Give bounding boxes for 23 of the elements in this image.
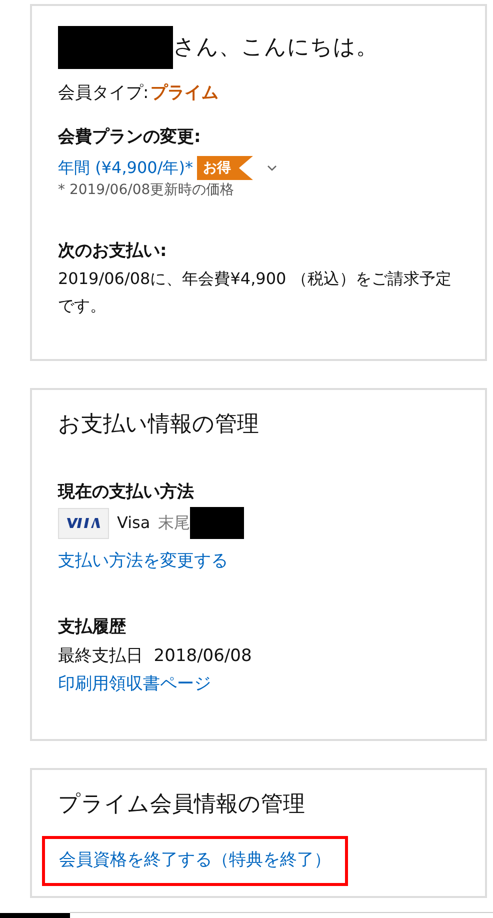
member-type-label: 会員タイプ: <box>58 82 149 105</box>
plan-link[interactable]: 年間 (¥4,900/年)* <box>58 156 193 180</box>
section-title: お支払い情報の管理 <box>58 410 259 438</box>
visa-card-icon <box>58 508 109 538</box>
receipt-link[interactable]: 印刷用領収書ページ <box>58 672 211 697</box>
member-type-value: プライム <box>150 82 219 105</box>
payment-method-heading: 現在の支払い方法 <box>58 480 194 504</box>
next-payment-text: 2019/06/08に、年会費¥4,900 （税込）をご請求予定です。 <box>58 268 452 316</box>
last-payment-text: 最終支払日 2018/06/08 <box>58 645 252 668</box>
card-brand: Visa <box>117 512 150 534</box>
deal-badge: お得 <box>196 156 253 180</box>
scrollbar-thumb <box>0 913 70 918</box>
greeting-text: さん、こんにちは。 <box>173 34 378 62</box>
redacted-block <box>190 507 244 539</box>
next-payment-heading: 次のお支払い: <box>58 240 167 263</box>
section-title: プライム会員情報の管理 <box>58 791 305 819</box>
payment-history-heading: 支払履歴 <box>58 616 126 638</box>
chevron-down-icon[interactable] <box>266 165 277 171</box>
change-payment-link[interactable]: 支払い方法を変更する <box>58 549 228 574</box>
card-suffix-label: 末尾 <box>158 512 190 534</box>
end-membership-link[interactable]: 会員資格を終了する（特典を終了） <box>42 836 348 886</box>
plan-heading: 会費プランの変更: <box>58 126 201 148</box>
price-note: * 2019/06/08更新時の価格 <box>58 181 234 200</box>
